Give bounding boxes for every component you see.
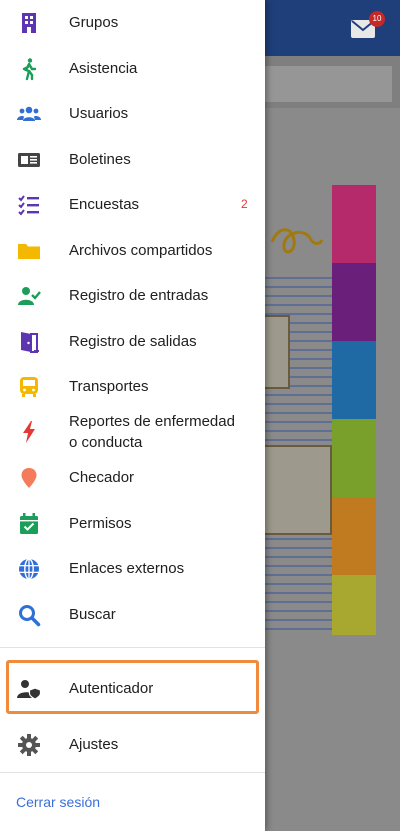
menu-item-checador[interactable]: Checador <box>0 455 265 500</box>
menu-item-label: Reportes de enfermedad <box>69 413 235 430</box>
menu-item-label: Archivos compartidos <box>69 242 213 259</box>
menu-item-reportes-de-enfermedad[interactable]: Reportes de enfermedad o conducta <box>0 409 265 455</box>
menu-item-transportes[interactable]: Transportes <box>0 364 265 409</box>
menu-item-label: Permisos <box>69 515 132 532</box>
lightning-icon <box>17 420 41 444</box>
mail-count-badge: 10 <box>369 11 385 27</box>
folder-icon <box>17 239 41 263</box>
menu-item-label: Grupos <box>69 14 119 31</box>
menu-item-grupos[interactable]: Grupos <box>0 0 265 45</box>
map-pin-icon <box>17 466 41 490</box>
walking-person-icon <box>17 57 41 81</box>
menu-item-ajustes[interactable]: Ajustes <box>0 722 265 767</box>
search-icon <box>17 603 41 627</box>
user-check-icon <box>17 284 41 308</box>
menu-item-archivos-compartidos[interactable]: Archivos compartidos <box>0 228 265 273</box>
menu-item-label: Ajustes <box>69 736 119 753</box>
notification-count-badge: 2 <box>241 197 248 211</box>
menu-item-label: Enlaces externos <box>69 560 185 577</box>
report-card-illustration <box>262 445 332 535</box>
door-exit-icon <box>17 330 41 354</box>
menu-item-enlaces-externos[interactable]: Enlaces externos <box>0 546 265 591</box>
menu-item-registro-de-entradas[interactable]: Registro de entradas <box>0 273 265 318</box>
color-strip <box>332 263 376 341</box>
decorative-loop-illustration <box>270 228 324 254</box>
menu-item-asistencia[interactable]: Asistencia <box>0 46 265 91</box>
navigation-drawer: Grupos Asistencia Usuarios Boletines Enc… <box>0 0 265 831</box>
menu-divider <box>0 772 265 773</box>
checklist-icon <box>17 193 41 217</box>
people-group-icon <box>17 102 41 126</box>
menu-item-label: Transportes <box>69 378 149 395</box>
menu-item-boletines[interactable]: Boletines <box>0 137 265 182</box>
highlight-annotation-box <box>6 660 259 714</box>
gear-icon <box>17 733 41 757</box>
menu-item-label: Encuestas <box>69 196 140 213</box>
menu-item-usuarios[interactable]: Usuarios <box>0 91 265 136</box>
bus-icon <box>17 375 41 399</box>
color-strip <box>332 575 376 635</box>
report-card-illustration <box>262 315 290 389</box>
menu-divider <box>0 647 265 648</box>
menu-item-registro-de-salidas[interactable]: Registro de salidas <box>0 319 265 364</box>
logout-link[interactable]: Cerrar sesión <box>16 794 100 810</box>
menu-item-label: Checador <box>69 469 135 486</box>
menu-item-label: Registro de entradas <box>69 287 209 304</box>
menu-item-buscar[interactable]: Buscar <box>0 592 265 637</box>
globe-icon <box>17 557 41 581</box>
menu-item-encuestas[interactable]: Encuestas 2 <box>0 182 265 227</box>
building-icon <box>17 11 41 35</box>
menu-item-label: Usuarios <box>69 105 129 122</box>
color-strip <box>332 419 376 497</box>
newspaper-icon <box>17 148 41 172</box>
menu-item-label: Buscar <box>69 606 116 623</box>
menu-item-permisos[interactable]: Permisos <box>0 501 265 546</box>
menu-item-label: Registro de salidas <box>69 333 197 350</box>
menu-item-label-line-2: o conducta <box>69 434 143 451</box>
menu-item-label: Asistencia <box>69 60 138 77</box>
color-strip <box>332 497 376 575</box>
menu-item-label: Boletines <box>69 151 131 168</box>
color-strip <box>332 185 376 263</box>
background-search-bar <box>262 66 392 102</box>
color-strip <box>332 341 376 419</box>
calendar-check-icon <box>17 512 41 536</box>
